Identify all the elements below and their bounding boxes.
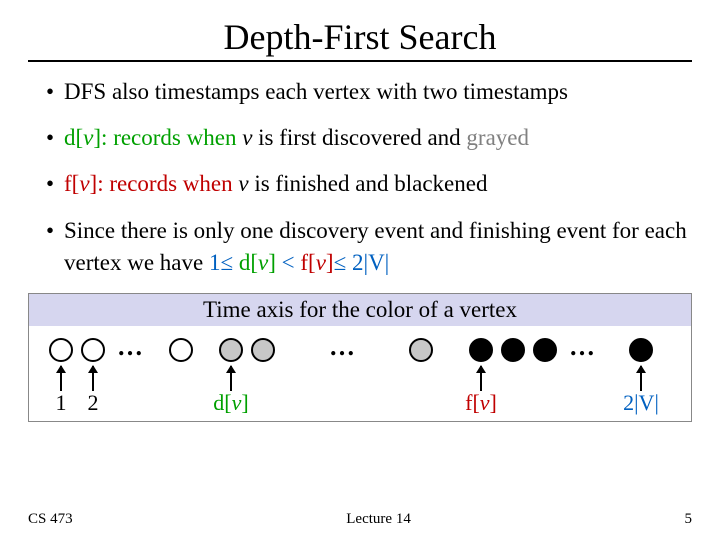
bullet-2: d[v]: records when v is first discovered… xyxy=(46,122,692,154)
arrow-dv xyxy=(230,366,232,391)
label-dv-post: ] xyxy=(241,390,248,415)
bullet-2-d-v: v xyxy=(83,125,93,150)
bullet-4-2v: 2|V| xyxy=(346,250,389,275)
bullet-3: f[v]: records when v is finished and bla… xyxy=(46,168,692,200)
label-2v: 2|V| xyxy=(623,390,659,416)
bullet-2-post: is first discovered and xyxy=(252,125,466,150)
arrow-2 xyxy=(92,366,94,391)
vertex-white-2 xyxy=(81,338,105,362)
diagram-body: … … … 1 2 d[v] f xyxy=(29,326,691,421)
bullet-3-post: is finished and xyxy=(249,171,395,196)
label-dv-pre: d[ xyxy=(213,390,231,415)
bullet-4-lt: < xyxy=(282,250,295,275)
bullet-4-v2: v xyxy=(316,250,326,275)
time-axis-diagram: Time axis for the color of a vertex … … … xyxy=(28,293,692,422)
page-title: Depth-First Search xyxy=(28,16,692,58)
bullet-3-f-v: v xyxy=(79,171,89,196)
bullet-4-mid1: ] xyxy=(268,250,281,275)
dots-1: … xyxy=(117,332,145,362)
bullet-list: DFS also timestamps each vertex with two… xyxy=(28,76,692,279)
bullet-3-v: v xyxy=(238,171,248,196)
label-1: 1 xyxy=(56,390,67,416)
footer: CS 473 Lecture 14 5 xyxy=(28,511,692,528)
bullet-4-mid2: ] xyxy=(326,250,334,275)
footer-left: CS 473 xyxy=(28,511,73,528)
arrow-1 xyxy=(60,366,62,391)
bullet-3-f-prefix: f[ xyxy=(64,171,79,196)
vertex-gray-3 xyxy=(409,338,433,362)
bullet-1: DFS also timestamps each vertex with two… xyxy=(46,76,692,108)
bullet-3-blackened: blackened xyxy=(394,171,487,196)
bullet-2-v: v xyxy=(242,125,252,150)
vertex-black-1 xyxy=(469,338,493,362)
vertex-gray-2 xyxy=(251,338,275,362)
dots-2: … xyxy=(329,332,357,362)
bullet-4-f: f[ xyxy=(295,250,316,275)
slide: Depth-First Search DFS also timestamps e… xyxy=(0,0,720,540)
bullet-4: Since there is only one discovery event … xyxy=(46,215,692,279)
label-fv-v: v xyxy=(480,390,490,415)
bullet-2-d-prefix: d[ xyxy=(64,125,83,150)
vertex-black-4 xyxy=(629,338,653,362)
label-dv: d[v] xyxy=(213,390,248,416)
arrow-fv xyxy=(480,366,482,391)
label-fv: f[v] xyxy=(465,390,497,416)
footer-right: 5 xyxy=(684,511,692,528)
bullet-4-one: 1 xyxy=(209,250,221,275)
title-rule xyxy=(28,60,692,62)
vertex-black-2 xyxy=(501,338,525,362)
bullet-2-grayed: grayed xyxy=(466,125,529,150)
label-dv-v: v xyxy=(232,390,242,415)
diagram-title: Time axis for the color of a vertex xyxy=(29,294,691,326)
label-fv-post: ] xyxy=(490,390,497,415)
vertex-white-1 xyxy=(49,338,73,362)
bullet-4-le2: ≤ xyxy=(334,250,347,275)
label-fv-pre: f[ xyxy=(465,390,480,415)
bullet-4-le1: ≤ xyxy=(220,250,233,275)
bullet-1-text: DFS also timestamps each vertex with two… xyxy=(64,79,568,104)
vertex-black-3 xyxy=(533,338,557,362)
label-2: 2 xyxy=(88,390,99,416)
footer-center: Lecture 14 xyxy=(346,511,411,528)
dots-3: … xyxy=(569,332,597,362)
bullet-4-v1: v xyxy=(258,250,268,275)
vertex-gray-1 xyxy=(219,338,243,362)
arrow-end xyxy=(640,366,642,391)
bullet-3-f-mid: ]: records when xyxy=(90,171,239,196)
bullet-2-d-mid: ]: records when xyxy=(93,125,242,150)
bullet-4-d: d[ xyxy=(233,250,258,275)
vertex-white-3 xyxy=(169,338,193,362)
